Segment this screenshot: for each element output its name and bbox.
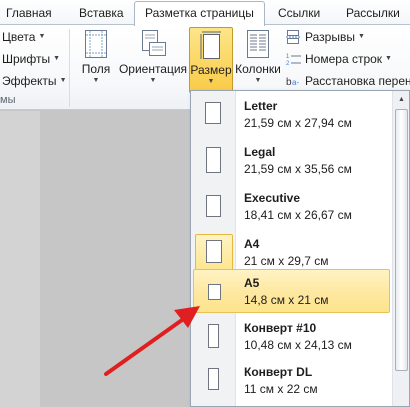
size-option-name: Letter <box>244 99 278 113</box>
size-button[interactable]: Размер ▼ <box>189 27 233 93</box>
margins-label: Поля <box>81 62 111 76</box>
size-option-envelope-10[interactable]: Конверт #10 10,48 см x 24,13 см <box>192 315 391 361</box>
size-option-dims: 10,48 см x 24,13 см <box>244 338 352 352</box>
margins-button[interactable]: Поля ▼ <box>77 27 115 93</box>
chevron-down-icon: ▼ <box>53 55 61 62</box>
size-option-envelope-dl[interactable]: Конверт DL 11 см x 22 см <box>192 359 391 405</box>
chevron-down-icon: ▼ <box>357 33 365 40</box>
line-numbers-label: Номера строк <box>305 52 383 66</box>
chevron-down-icon: ▼ <box>207 78 215 85</box>
size-option-dims: 21,59 см x 35,56 см <box>244 162 352 176</box>
page-icon <box>208 284 221 300</box>
size-option-name: Конверт #10 <box>244 321 317 335</box>
svg-text:2: 2 <box>286 61 290 66</box>
tab-mailings[interactable]: Рассылки <box>342 4 404 25</box>
page-size-icon <box>199 30 223 60</box>
size-option-a5[interactable]: A5 14,8 см x 21 см <box>193 269 390 313</box>
orientation-label: Ориентация <box>118 62 188 76</box>
orientation-icon <box>138 29 168 59</box>
theme-colors-button[interactable]: Цвета ▼ <box>2 27 45 47</box>
chevron-down-icon: ▼ <box>149 77 157 84</box>
page-icon <box>206 240 222 263</box>
tab-insert[interactable]: Вставка <box>75 4 128 25</box>
page-size-menu: Letter 21,59 см x 27,94 см Legal 21,59 с… <box>190 90 410 407</box>
size-option-dims: 18,41 см x 26,67 см <box>244 208 352 222</box>
columns-icon <box>246 29 270 59</box>
size-option-legal[interactable]: Legal 21,59 см x 35,56 см <box>192 139 391 185</box>
hyphenation-label: Расстановка перено <box>305 74 410 88</box>
page-icon <box>208 324 219 348</box>
tab-references[interactable]: Ссылки <box>274 4 324 25</box>
size-option-name: Executive <box>244 191 301 205</box>
page-icon <box>205 102 221 124</box>
breaks-label: Разрывы <box>305 30 355 44</box>
size-option-dims: 14,8 см x 21 см <box>244 293 329 307</box>
columns-button[interactable]: Колонки ▼ <box>234 27 282 93</box>
page-icon <box>208 368 219 390</box>
theme-colors-label: Цвета <box>2 30 36 44</box>
size-option-dims: 21,59 см x 27,94 см <box>244 116 352 130</box>
scrollbar-thumb[interactable] <box>395 109 408 371</box>
size-option-name: Legal <box>244 145 276 159</box>
group-separator <box>69 29 70 107</box>
size-option-executive[interactable]: Executive 18,41 см x 26,67 см <box>192 185 391 231</box>
size-option-letter[interactable]: Letter 21,59 см x 27,94 см <box>192 93 391 139</box>
breaks-button[interactable]: Разрывы ▼ <box>286 27 365 47</box>
page-icon <box>206 195 221 217</box>
line-numbers-button[interactable]: 12 Номера строк ▼ <box>286 49 392 69</box>
hyphenation-button[interactable]: b a- Расстановка перено <box>286 71 410 91</box>
line-numbers-icon: 12 <box>286 52 302 67</box>
columns-label: Колонки <box>235 62 281 76</box>
size-option-name: A4 <box>244 237 260 251</box>
menu-scrollbar[interactable]: ▲ <box>392 91 409 406</box>
chevron-down-icon: ▼ <box>254 77 262 84</box>
chevron-down-icon: ▼ <box>385 55 392 62</box>
tab-page-layout[interactable]: Разметка страницы <box>134 1 265 26</box>
chevron-down-icon: ▼ <box>92 77 100 84</box>
margins-icon <box>84 29 108 59</box>
ribbon-tab-bar: Главная Вставка Разметка страницы Ссылки… <box>0 0 410 26</box>
triangle-up-icon[interactable]: ▲ <box>393 91 409 108</box>
tab-home[interactable]: Главная <box>2 4 56 25</box>
document-page-edge <box>0 111 40 407</box>
svg-text:a-: a- <box>292 78 299 87</box>
size-option-name: A5 <box>244 276 260 290</box>
themes-group-label: мы <box>0 94 16 106</box>
chevron-down-icon: ▼ <box>38 33 46 40</box>
page-icon <box>206 147 221 173</box>
orientation-button[interactable]: Ориентация ▼ <box>118 27 188 93</box>
size-option-name: Конверт DL <box>244 365 313 379</box>
hyphenation-icon: b a- <box>286 74 302 88</box>
size-label: Размер <box>190 63 232 77</box>
svg-text:1: 1 <box>286 54 290 60</box>
theme-fonts-button[interactable]: Шрифты ▼ <box>2 49 60 69</box>
theme-effects-button[interactable]: Эффекты ▼ <box>2 71 67 91</box>
theme-effects-label: Эффекты <box>2 74 57 88</box>
chevron-down-icon: ▼ <box>59 77 67 84</box>
size-option-dims: 21 см x 29,7 см <box>244 254 329 268</box>
size-option-dims: 11 см x 22 см <box>244 382 318 396</box>
breaks-icon <box>286 30 302 44</box>
theme-fonts-label: Шрифты <box>2 52 51 66</box>
